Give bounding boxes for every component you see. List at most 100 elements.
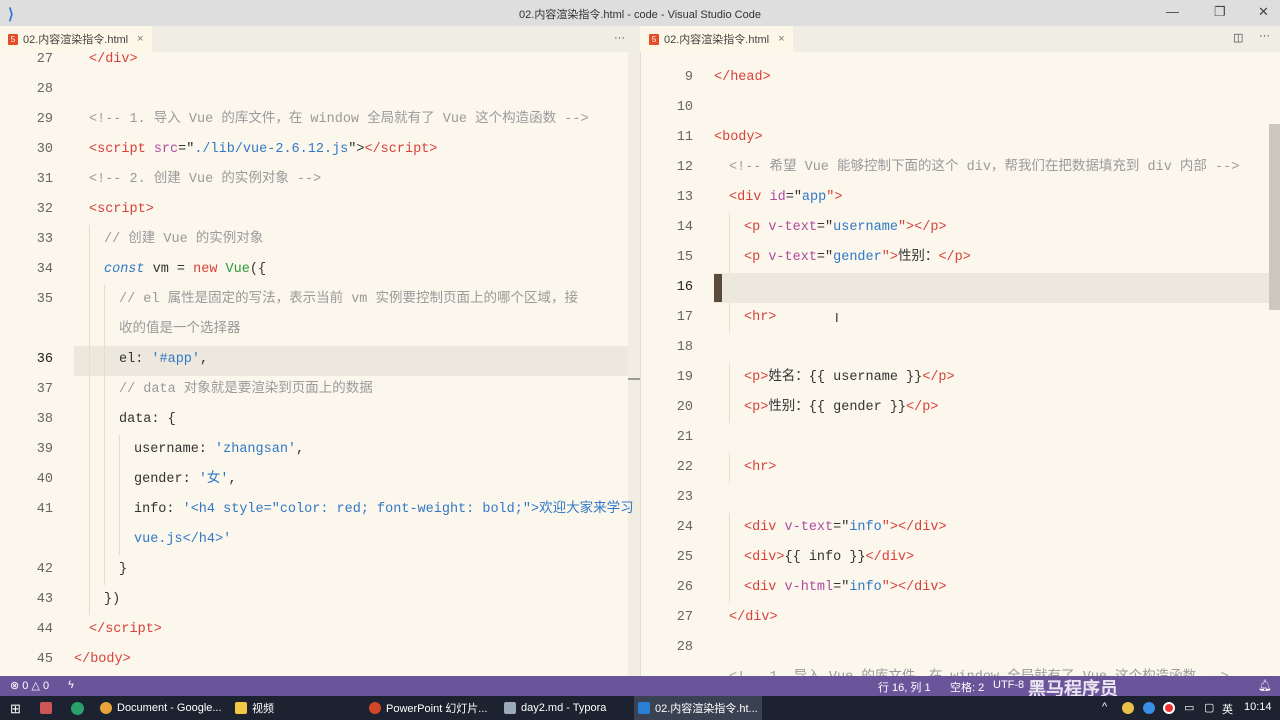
taskbar-item-folder[interactable]: 视频	[231, 696, 359, 720]
code-line[interactable]: 28	[641, 633, 1269, 663]
code-line[interactable]: 31 <!-- 2. 创建 Vue 的实例对象 -->	[0, 165, 628, 195]
code-line[interactable]: 44 </script>	[0, 615, 628, 645]
live-share-icon[interactable]: ϟ	[68, 679, 74, 691]
close-window-button[interactable]: ✕	[1258, 4, 1269, 20]
scrollbar-thumb[interactable]	[1269, 124, 1280, 310]
clock[interactable]: 10:14	[1244, 701, 1272, 713]
code-line[interactable]: 14 <p v-text="username"></p>	[641, 213, 1269, 243]
taskbar-item-chrome[interactable]: Document - Google...	[96, 696, 224, 720]
tray-app-icon[interactable]	[1122, 702, 1134, 714]
code-line[interactable]: 42}	[0, 555, 628, 585]
app-icon[interactable]	[40, 702, 52, 714]
tab-left-file[interactable]: 5 02.内容渲染指令.html ×	[0, 26, 152, 52]
minimize-button[interactable]: —	[1166, 4, 1179, 19]
code-token: ./lib/vue-2.6.12.js	[194, 142, 349, 157]
code-token: <script>	[89, 202, 154, 217]
code-line[interactable]: 39 username: 'zhangsan',	[0, 435, 628, 465]
code-text: <!-- 1. 导入 Vue 的库文件，在 window 全局就有了 Vue 这…	[89, 105, 589, 135]
html-file-icon: 5	[649, 33, 659, 45]
code-token: </div>	[865, 550, 915, 565]
code-line[interactable]: 17 <hr>	[641, 303, 1269, 333]
tab-close-button[interactable]: ×	[778, 33, 784, 45]
code-line[interactable]: 36 el: '#app',	[0, 345, 628, 375]
code-line[interactable]: 26 <div v-html="info"></div>	[641, 573, 1269, 603]
code-token: vue.js</h4>'	[134, 532, 232, 547]
indent-guide	[104, 375, 105, 405]
maximize-button[interactable]: ❐	[1214, 4, 1226, 20]
code-line[interactable]: 37 // data 对象就是要渲染到页面上的数据	[0, 375, 628, 405]
split-editor-icon[interactable]: ◫	[1233, 31, 1243, 44]
left-editor[interactable]: 27 </div> 28 29 <!-- 1. 导入 Vue 的库文件，在 window…	[0, 52, 640, 676]
code-token: ,	[296, 442, 305, 457]
code-line[interactable]: 10	[641, 93, 1269, 123]
edge-icon[interactable]	[71, 702, 84, 715]
code-token: v-text	[768, 220, 817, 235]
code-line[interactable]: 34 const vm = new Vue({	[0, 255, 628, 285]
ime-indicator[interactable]: 英	[1222, 701, 1233, 717]
taskbar-item-typora[interactable]: day2.md - Typora	[500, 696, 628, 720]
tray-record-icon[interactable]	[1163, 702, 1175, 714]
line-number: 36	[36, 352, 53, 367]
code-text: // 创建 Vue 的实例对象	[104, 225, 263, 255]
code-token: </div>	[897, 580, 947, 595]
scrollbar-marker	[628, 378, 640, 380]
right-editor[interactable]: I 9 </head> 10 11 <body> 12 <!-- 希望 Vue 能够控制下面…	[641, 52, 1280, 676]
code-line[interactable]: 20 <p>性别：{{ gender }}</p>	[641, 393, 1269, 423]
code-line[interactable]: 45 </body>	[0, 645, 628, 675]
code-line[interactable]: 22 <hr>	[641, 453, 1269, 483]
line-number: 42	[36, 562, 53, 577]
line-number: 27	[36, 52, 53, 67]
code-line[interactable]: 11 <body>	[641, 123, 1269, 153]
code-line[interactable]: 21	[641, 423, 1269, 453]
tray-chevron-icon[interactable]: ^	[1102, 701, 1107, 713]
code-line[interactable]: 13 <div id="app">	[641, 183, 1269, 213]
code-line[interactable]: 12 <!-- 希望 Vue 能够控制下面的这个 div，帮我们在把数据填充到 d…	[641, 153, 1269, 183]
code-line[interactable]: 16	[641, 273, 1269, 303]
code-line[interactable]: 9 </head>	[641, 63, 1269, 93]
more-actions-button[interactable]: ···	[1259, 30, 1270, 42]
code-line[interactable]: 27 </div>	[641, 603, 1269, 633]
taskbar-item-vscode[interactable]: 02.内容渲染指令.ht...	[634, 696, 762, 720]
code-line[interactable]: 15 <p v-text="gender">性别：</p>	[641, 243, 1269, 273]
code-text: 收的值是一个选择器	[119, 315, 241, 345]
code-line[interactable]: 19 <p>姓名：{{ username }}</p>	[641, 363, 1269, 393]
more-actions-button[interactable]: ···	[614, 32, 625, 44]
code-line[interactable]: 30 <script src="./lib/vue-2.6.12.js"></sc…	[0, 135, 628, 165]
code-line[interactable]: 18	[641, 333, 1269, 363]
indentation[interactable]: 空格: 2	[950, 679, 984, 695]
code-line[interactable]: 32 <script>	[0, 195, 628, 225]
code-line[interactable]: 25 <div>{{ info }}</div>	[641, 543, 1269, 573]
code-line[interactable]: 33 // 创建 Vue 的实例对象	[0, 225, 628, 255]
code-line[interactable]: 28	[0, 75, 628, 105]
code-line[interactable]: 29 <!-- 1. 导入 Vue 的库文件，在 window 全局就有了 Vue…	[0, 105, 628, 135]
code-line[interactable]: 收的值是一个选择器	[0, 315, 628, 345]
taskbar-label: PowerPoint 幻灯片...	[386, 703, 488, 715]
errors-indicator[interactable]: ⊗ 0 △ 0	[10, 679, 49, 692]
encoding[interactable]: UTF-8	[993, 679, 1024, 691]
tab-close-button[interactable]: ×	[137, 33, 143, 45]
code-token: 收的值是一个选择器	[119, 322, 241, 337]
code-line[interactable]: 23	[641, 483, 1269, 513]
code-line[interactable]: 27 </div>	[0, 52, 628, 75]
code-token: ="	[816, 250, 834, 265]
battery-icon[interactable]: ▭	[1184, 701, 1194, 714]
code-line[interactable]: 40 gender: '女',	[0, 465, 628, 495]
code-line[interactable]: vue.js</h4>'	[0, 525, 628, 555]
tab-right-file[interactable]: 5 02.内容渲染指令.html ×	[641, 26, 793, 52]
notifications-icon[interactable]: 🔔︎	[1258, 679, 1272, 692]
scrollbar[interactable]	[628, 52, 640, 676]
code-line[interactable]: 24 <div v-text="info"></div>	[641, 513, 1269, 543]
code-line[interactable]: <!-- 1. 导入 Vue 的库文件，在 window 全局就有了 Vue 这…	[641, 663, 1269, 676]
network-icon[interactable]: ▢	[1204, 701, 1214, 714]
indent-guide	[89, 465, 90, 495]
code-text: <body>	[714, 123, 763, 153]
code-line[interactable]: 38 data: {	[0, 405, 628, 435]
line-number: 21	[676, 430, 693, 445]
tray-pause-icon[interactable]	[1143, 702, 1155, 714]
code-line[interactable]: 35 // el 属性是固定的写法，表示当前 vm 实例要控制页面上的哪个区域，接	[0, 285, 628, 315]
code-line[interactable]: 41 info: '<h4 style="color: red; font-wei…	[0, 495, 634, 525]
taskbar-item-powerpoint[interactable]: PowerPoint 幻灯片...	[365, 696, 493, 720]
windows-start-icon[interactable]: ⊞	[10, 701, 21, 717]
code-line[interactable]: 43})	[0, 585, 628, 615]
cursor-position[interactable]: 行 16, 列 1	[878, 679, 931, 695]
